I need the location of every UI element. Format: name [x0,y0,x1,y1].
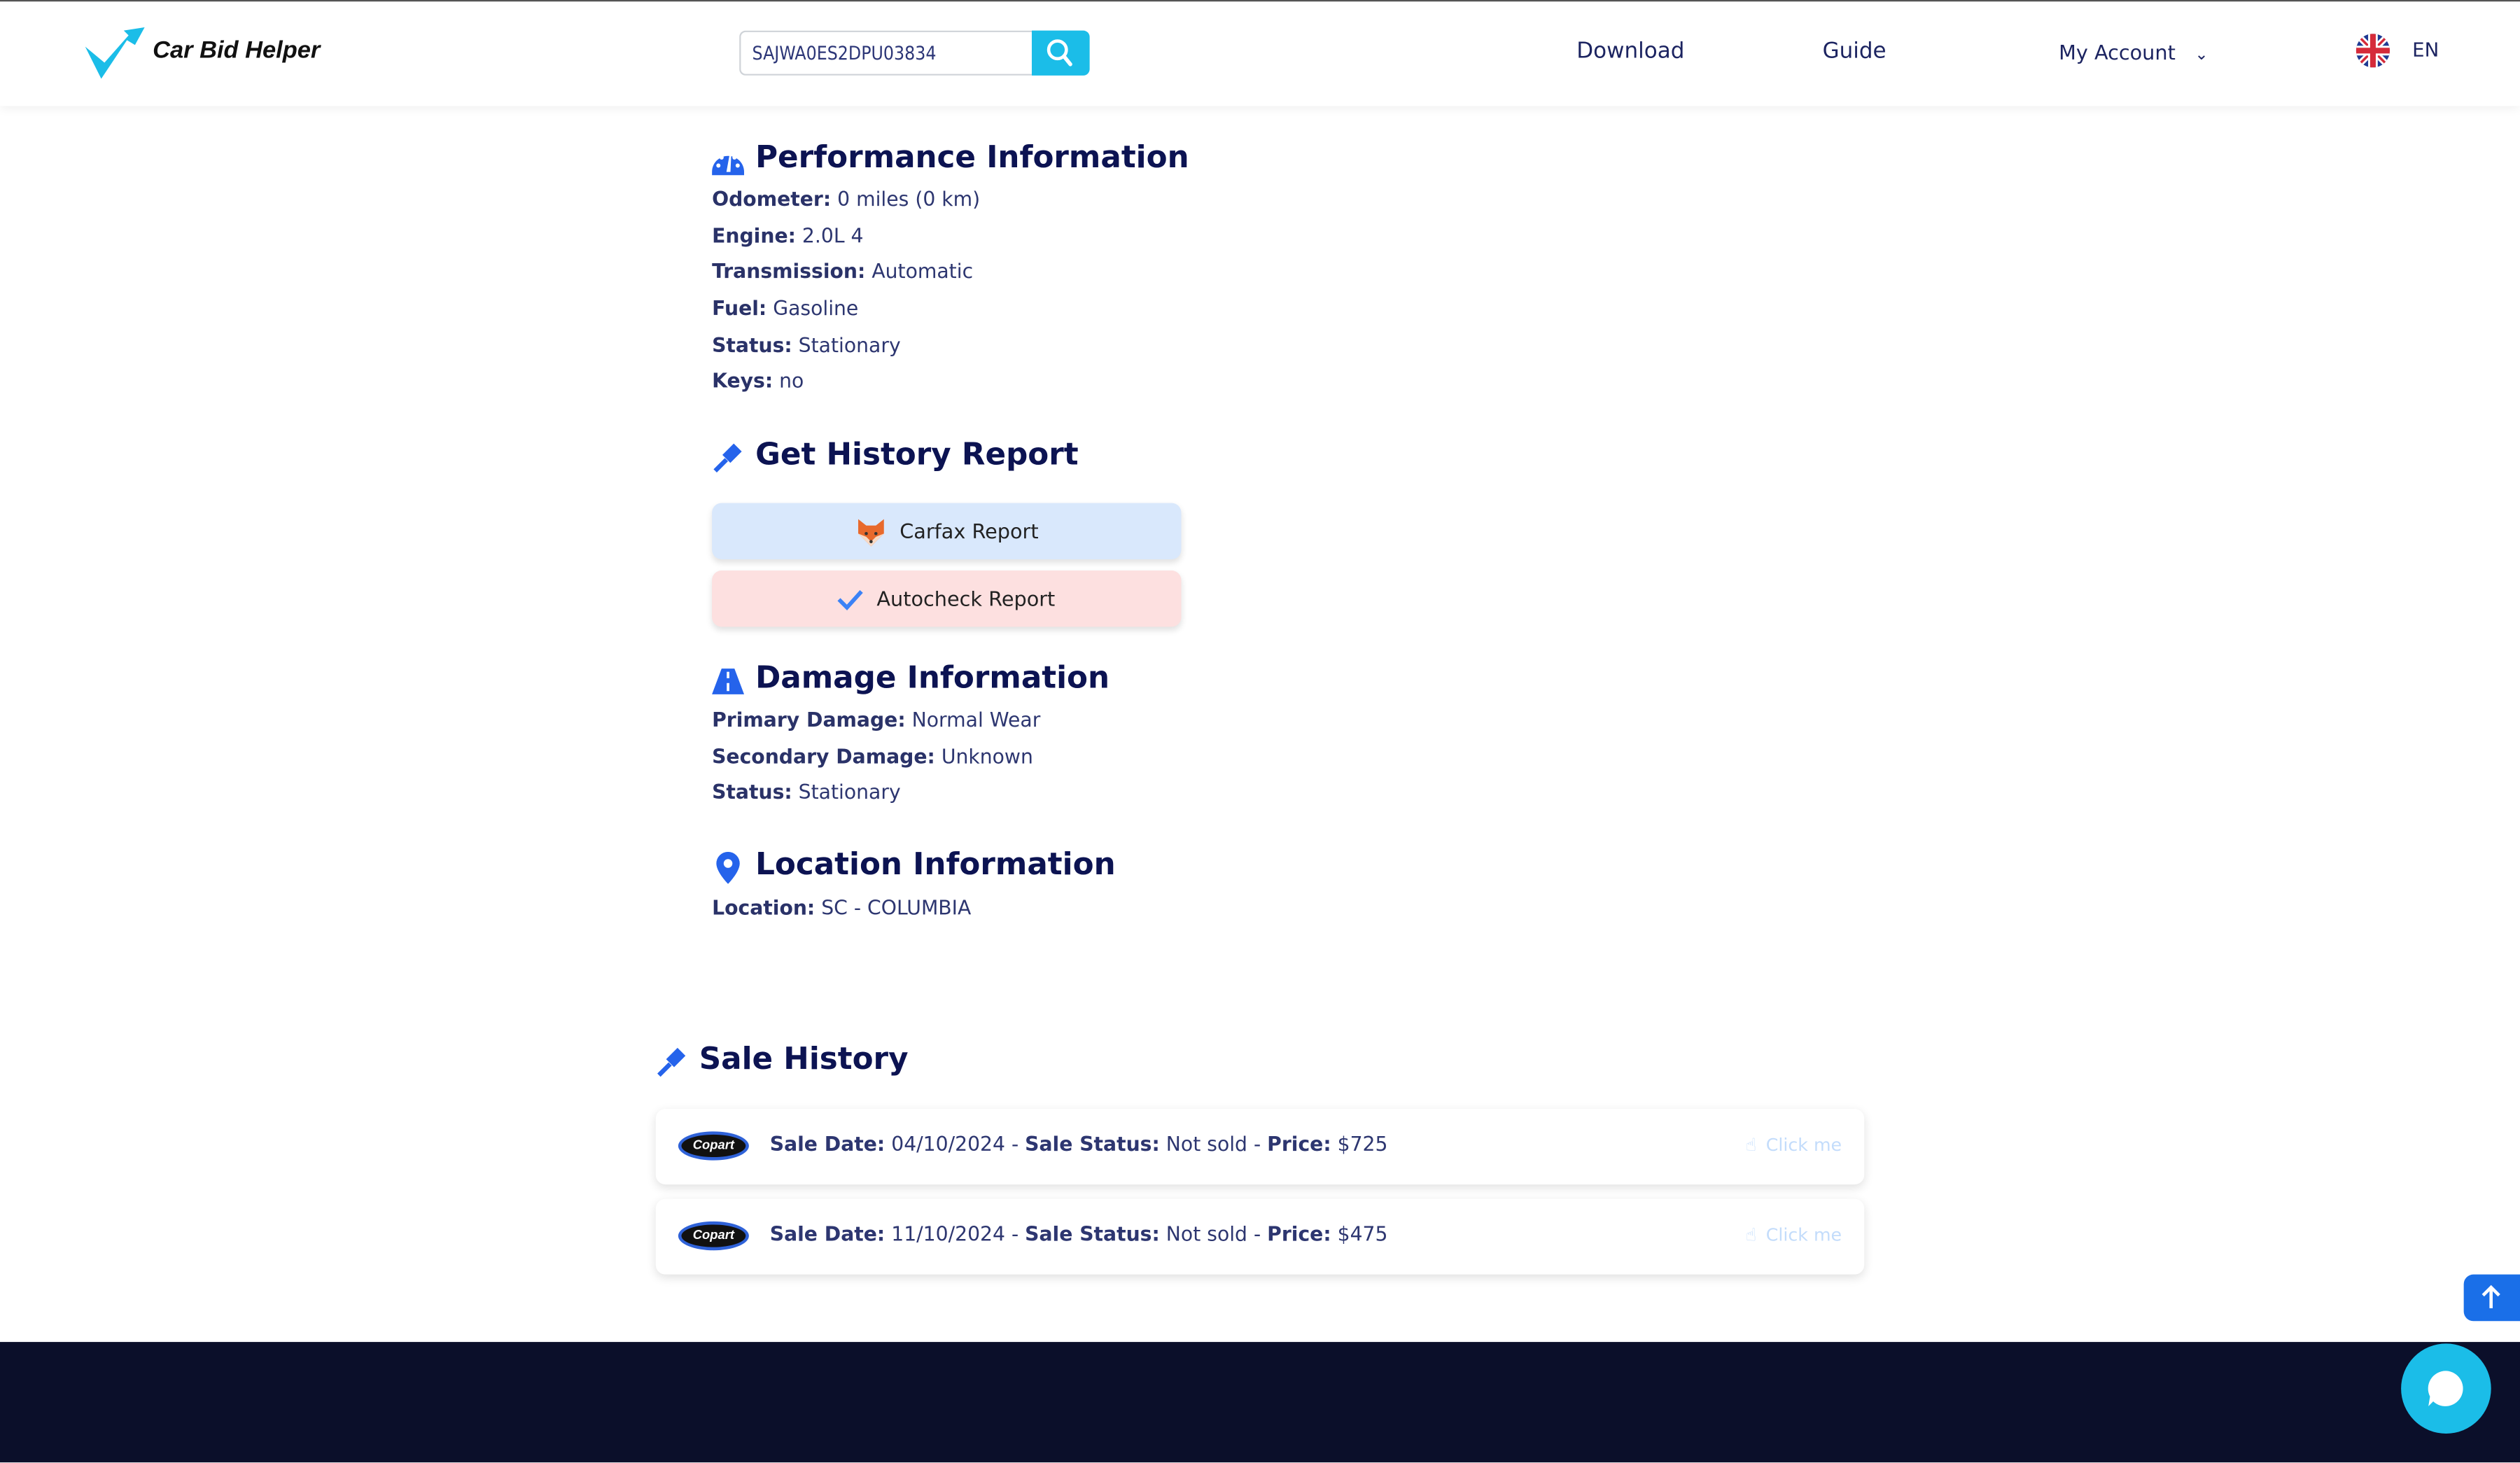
primary-damage-row: Primary Damage: Normal Wear [712,709,1040,732]
row-value: no [779,370,804,393]
sale-details: Sale Date: 11/10/2024 - Sale Status: Not… [769,1223,1388,1246]
click-me-link[interactable]: ☝ Click me [1746,1224,1842,1245]
nav-download[interactable]: Download [1576,38,1684,64]
row-label: Transmission: [712,260,866,284]
my-account-label: My Account [2059,40,2176,64]
fox-icon [858,518,884,546]
road-icon [712,668,745,694]
row-value: Stationary [798,334,901,357]
sale-history-title: Sale History [699,1041,909,1077]
gavel-icon [713,443,742,473]
sale-details: Sale Date: 04/10/2024 - Sale Status: Not… [769,1133,1388,1156]
row-label: Status: [712,334,792,357]
row-label: Engine: [712,225,796,248]
sale-history-item[interactable]: Copart Sale Date: 11/10/2024 - Sale Stat… [655,1198,1865,1275]
uk-flag-icon[interactable] [2356,34,2390,68]
row-label: Secondary Damage: [712,746,935,769]
map-pin-icon [716,851,740,884]
damage-title: Damage Information [755,660,1110,696]
row-value: Unknown [941,746,1033,769]
row-label: Location: [712,897,816,920]
chat-bubble-icon [2428,1371,2463,1406]
vin-search-input[interactable]: SAJWA0ES2DPU03834 [739,30,1032,76]
footer [0,1342,2520,1463]
autocheck-label: Autocheck Report [876,587,1056,611]
arrow-up-icon [2482,1284,2500,1308]
row-value: Gasoline [773,297,859,320]
logo-icon[interactable] [85,27,150,80]
performance-title: Performance Information [755,139,1189,176]
search-button[interactable] [1031,30,1090,76]
click-me-label: Click me [1765,1224,1842,1246]
keys-row: Keys: no [712,370,804,392]
row-label: Keys: [712,370,774,393]
row-label: Primary Damage: [712,708,906,732]
row-value: 2.0L 4 [802,225,864,248]
hand-pointer-icon: ☝ [1745,1224,1756,1246]
damage-status-row: Status: Stationary [712,781,901,804]
fuel-row: Fuel: Gasoline [712,298,858,320]
page: Car Bid Helper SAJWA0ES2DPU03834 Downloa… [0,0,2520,1463]
history-report-title: Get History Report [755,437,1079,473]
gavel-icon [657,1047,686,1077]
row-value: 0 miles (0 km) [837,188,981,211]
carfax-label: Carfax Report [899,519,1039,544]
status-row: Status: Stationary [712,335,901,357]
click-me-link[interactable]: ☝ Click me [1746,1135,1842,1156]
hand-pointer-icon: ☝ [1745,1134,1756,1156]
row-label: Status: [712,780,792,804]
copart-logo: Copart [678,1221,749,1251]
chevron-down-icon: ⌄ [2194,46,2208,64]
logo-text[interactable]: Car Bid Helper [153,37,320,64]
speedometer-icon [712,154,745,176]
nav-guide[interactable]: Guide [1823,38,1886,64]
row-value: Normal Wear [911,708,1041,732]
transmission-row: Transmission: Automatic [712,260,973,283]
click-me-label: Click me [1765,1134,1842,1156]
language-label[interactable]: EN [2412,38,2439,61]
odometer-row: Odometer: 0 miles (0 km) [712,188,980,211]
row-label: Fuel: [712,297,767,320]
row-value: Automatic [872,260,974,284]
header: Car Bid Helper SAJWA0ES2DPU03834 Downloa… [0,1,2520,106]
row-value: Stationary [798,780,901,804]
location-row: Location: SC - COLUMBIA [712,897,971,919]
sale-history-item[interactable]: Copart Sale Date: 04/10/2024 - Sale Stat… [655,1109,1865,1185]
scroll-to-top-button[interactable] [2463,1274,2520,1322]
carfax-report-button[interactable]: Carfax Report [712,503,1182,559]
autocheck-report-button[interactable]: Autocheck Report [712,570,1182,627]
checkmark-icon [838,589,864,610]
nav-my-account[interactable]: My Account ⌄ [2059,40,2208,64]
location-title: Location Information [755,846,1116,883]
engine-row: Engine: 2.0L 4 [712,225,863,247]
row-value: SC - COLUMBIA [821,897,972,920]
chat-button[interactable] [2401,1343,2491,1434]
copart-logo: Copart [678,1131,749,1161]
search-icon [1046,39,1072,66]
row-label: Odometer: [712,188,832,211]
secondary-damage-row: Secondary Damage: Unknown [712,746,1033,768]
